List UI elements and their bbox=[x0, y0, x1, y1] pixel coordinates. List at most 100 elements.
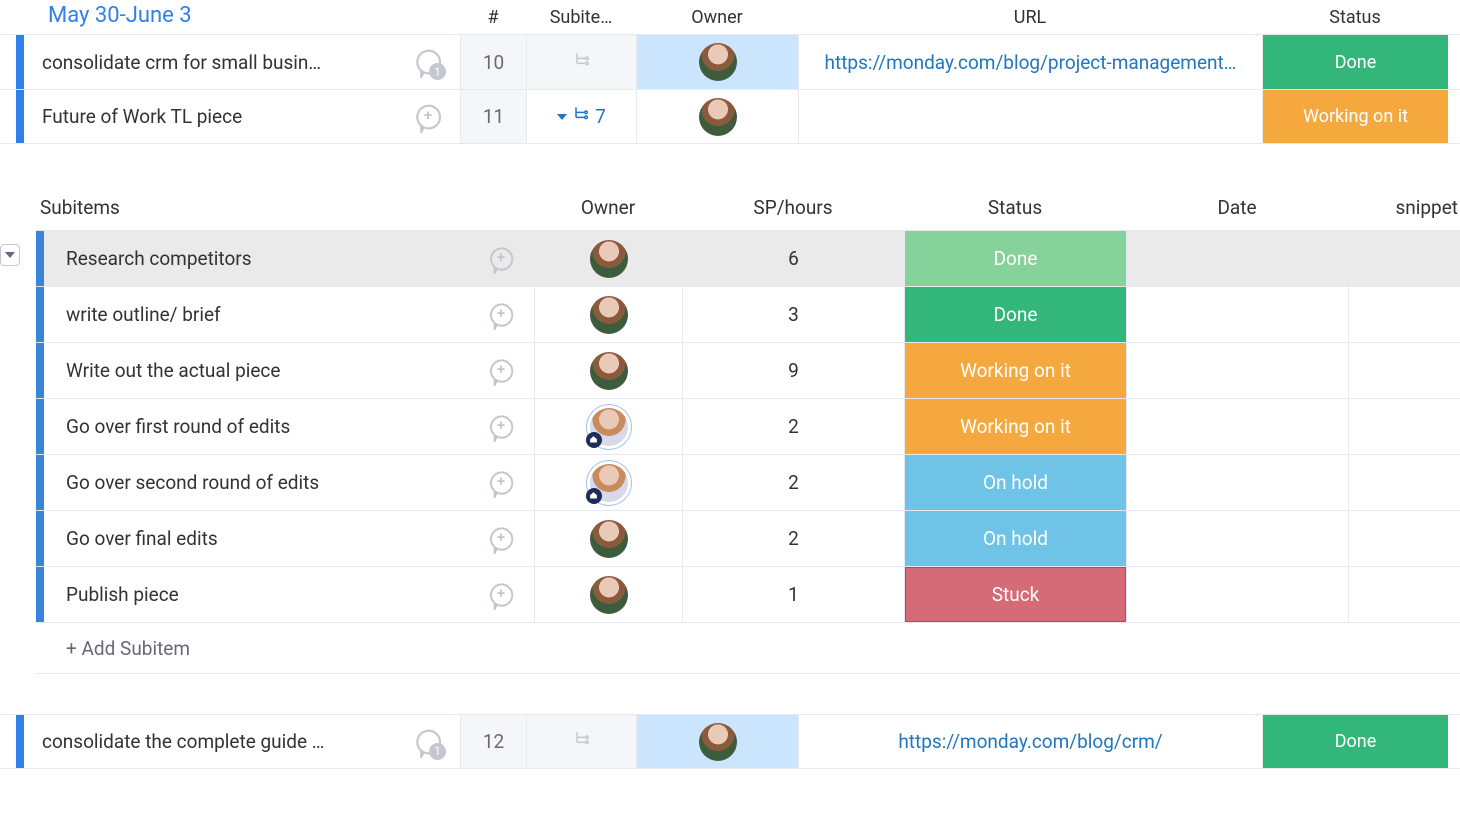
col-header-status[interactable]: Status bbox=[1262, 7, 1448, 28]
item-name-cell[interactable]: Future of Work TL piece + bbox=[24, 90, 460, 143]
col-header-url[interactable]: URL bbox=[798, 7, 1262, 28]
subitem-owner-cell[interactable] bbox=[534, 399, 682, 454]
subitem-sp-cell[interactable]: 2 bbox=[682, 399, 904, 454]
subitem-owner-cell[interactable] bbox=[534, 287, 682, 342]
item-name-cell[interactable]: consolidate crm for small busin… 1 bbox=[24, 35, 460, 89]
subitem-row[interactable]: Go over first round of edits + 2 Working… bbox=[36, 398, 1460, 454]
col-header-number[interactable]: # bbox=[460, 7, 526, 28]
owner-cell[interactable] bbox=[636, 90, 798, 143]
owner-cell[interactable] bbox=[636, 35, 798, 89]
subitem-snippet-cell[interactable] bbox=[1348, 343, 1460, 398]
subcol-header-date[interactable]: Date bbox=[1126, 196, 1348, 219]
subitem-row[interactable]: Write out the actual piece + 9 Working o… bbox=[36, 342, 1460, 398]
subcol-header-snippet[interactable]: snippet bbox=[1348, 196, 1460, 219]
subitem-status-cell[interactable]: Working on it bbox=[904, 343, 1126, 398]
chat-add-icon[interactable]: + bbox=[486, 244, 516, 274]
subcol-header-name[interactable]: Subitems bbox=[36, 196, 534, 219]
url-link[interactable]: https://monday.com/blog/project-manageme… bbox=[815, 51, 1247, 74]
subitem-name-cell[interactable]: Go over final edits + bbox=[44, 511, 534, 566]
chat-add-icon[interactable]: + bbox=[486, 468, 516, 498]
subitem-row[interactable]: Publish piece + 1 Stuck bbox=[36, 566, 1460, 622]
subitem-date-cell[interactable] bbox=[1126, 287, 1348, 342]
subitem-status-cell[interactable]: Done bbox=[904, 287, 1126, 342]
subitem-date-cell[interactable] bbox=[1126, 399, 1348, 454]
group-title[interactable]: May 30-June 3 bbox=[24, 0, 460, 38]
subcol-header-sp[interactable]: SP/hours bbox=[682, 196, 904, 219]
chat-add-icon[interactable]: + bbox=[486, 524, 516, 554]
subitem-status-cell[interactable]: Stuck bbox=[904, 567, 1126, 622]
subitem-date-cell[interactable] bbox=[1126, 567, 1348, 622]
chat-icon[interactable]: 1 bbox=[412, 726, 444, 758]
url-cell[interactable]: https://monday.com/blog/project-manageme… bbox=[798, 35, 1262, 89]
subitem-owner-cell[interactable] bbox=[534, 455, 682, 510]
subitem-owner-cell[interactable] bbox=[534, 343, 682, 398]
subitem-date-cell[interactable] bbox=[1126, 231, 1348, 286]
subcol-header-status[interactable]: Status bbox=[904, 196, 1126, 219]
item-number-cell[interactable]: 12 bbox=[460, 715, 526, 768]
subitem-sp-cell[interactable]: 9 bbox=[682, 343, 904, 398]
subitem-sp-cell[interactable]: 2 bbox=[682, 455, 904, 510]
table-row[interactable]: Future of Work TL piece + 11 7 Working o… bbox=[0, 89, 1460, 144]
group-color-bar bbox=[36, 287, 44, 342]
subitem-row[interactable]: Go over second round of edits + 2 On hol… bbox=[36, 454, 1460, 510]
url-link[interactable]: https://monday.com/blog/crm/ bbox=[888, 730, 1172, 753]
collapse-subitems-button[interactable] bbox=[0, 244, 20, 266]
subitem-owner-cell[interactable] bbox=[534, 567, 682, 622]
owner-cell[interactable] bbox=[636, 715, 798, 768]
subitem-snippet-cell[interactable] bbox=[1348, 511, 1460, 566]
add-subitem-row[interactable]: + Add Subitem bbox=[36, 622, 1460, 674]
subitem-name-cell[interactable]: Research competitors + bbox=[44, 231, 534, 286]
subitem-name-cell[interactable]: Go over second round of edits + bbox=[44, 455, 534, 510]
subitem-name-cell[interactable]: write outline/ brief + bbox=[44, 287, 534, 342]
subitem-date-cell[interactable] bbox=[1126, 343, 1348, 398]
subitems-tree-icon bbox=[572, 50, 592, 75]
chat-add-icon[interactable]: + bbox=[486, 300, 516, 330]
col-header-subitems[interactable]: Subite… bbox=[526, 7, 636, 28]
subitems-toggle[interactable]: 7 bbox=[526, 90, 636, 143]
subitem-owner-cell[interactable] bbox=[534, 231, 682, 286]
group-color-bar bbox=[16, 715, 24, 768]
subitem-snippet-cell[interactable] bbox=[1348, 455, 1460, 510]
status-cell[interactable]: Done bbox=[1262, 35, 1448, 89]
col-header-owner[interactable]: Owner bbox=[636, 7, 798, 28]
subitem-status-cell[interactable]: Done bbox=[904, 231, 1126, 286]
subitem-snippet-cell[interactable] bbox=[1348, 287, 1460, 342]
subitem-row[interactable]: Go over final edits + 2 On hold bbox=[36, 510, 1460, 566]
chat-icon[interactable]: 1 bbox=[412, 46, 444, 78]
subitem-row[interactable]: write outline/ brief + 3 Done bbox=[36, 286, 1460, 342]
status-cell[interactable]: Working on it bbox=[1262, 90, 1448, 143]
chat-add-icon[interactable]: + bbox=[412, 101, 444, 133]
url-cell[interactable]: https://monday.com/blog/crm/ bbox=[798, 715, 1262, 768]
table-row[interactable]: consolidate crm for small busin… 1 10 ht… bbox=[0, 34, 1460, 89]
subitem-sp-cell[interactable]: 3 bbox=[682, 287, 904, 342]
subitem-sp-cell[interactable]: 6 bbox=[682, 231, 904, 286]
chat-add-icon[interactable]: + bbox=[486, 356, 516, 386]
subitem-name-cell[interactable]: Write out the actual piece + bbox=[44, 343, 534, 398]
url-cell[interactable] bbox=[798, 90, 1262, 143]
subcol-header-owner[interactable]: Owner bbox=[534, 196, 682, 219]
item-number-cell[interactable]: 11 bbox=[460, 90, 526, 143]
subitem-status-cell[interactable]: On hold bbox=[904, 455, 1126, 510]
subitem-name-cell[interactable]: Publish piece + bbox=[44, 567, 534, 622]
status-cell[interactable]: Done bbox=[1262, 715, 1448, 768]
subitem-name-cell[interactable]: Go over first round of edits + bbox=[44, 399, 534, 454]
subitem-sp-cell[interactable]: 2 bbox=[682, 511, 904, 566]
subitem-owner-cell[interactable] bbox=[534, 511, 682, 566]
subitems-toggle[interactable] bbox=[526, 35, 636, 89]
subitem-date-cell[interactable] bbox=[1126, 511, 1348, 566]
subitem-row[interactable]: Research competitors + 6 Done bbox=[36, 230, 1460, 286]
subitem-snippet-cell[interactable] bbox=[1348, 399, 1460, 454]
chat-add-icon[interactable]: + bbox=[486, 412, 516, 442]
item-number-cell[interactable]: 10 bbox=[460, 35, 526, 89]
table-row[interactable]: consolidate the complete guide … 1 12 ht… bbox=[0, 714, 1460, 769]
subitem-sp-cell[interactable]: 1 bbox=[682, 567, 904, 622]
subitem-name-label: Go over final edits bbox=[66, 527, 534, 550]
subitem-snippet-cell[interactable] bbox=[1348, 567, 1460, 622]
subitems-toggle[interactable] bbox=[526, 715, 636, 768]
item-name-cell[interactable]: consolidate the complete guide … 1 bbox=[24, 715, 460, 768]
subitem-date-cell[interactable] bbox=[1126, 455, 1348, 510]
subitem-snippet-cell[interactable] bbox=[1348, 231, 1460, 286]
subitem-status-cell[interactable]: Working on it bbox=[904, 399, 1126, 454]
subitem-status-cell[interactable]: On hold bbox=[904, 511, 1126, 566]
chat-add-icon[interactable]: + bbox=[486, 580, 516, 610]
